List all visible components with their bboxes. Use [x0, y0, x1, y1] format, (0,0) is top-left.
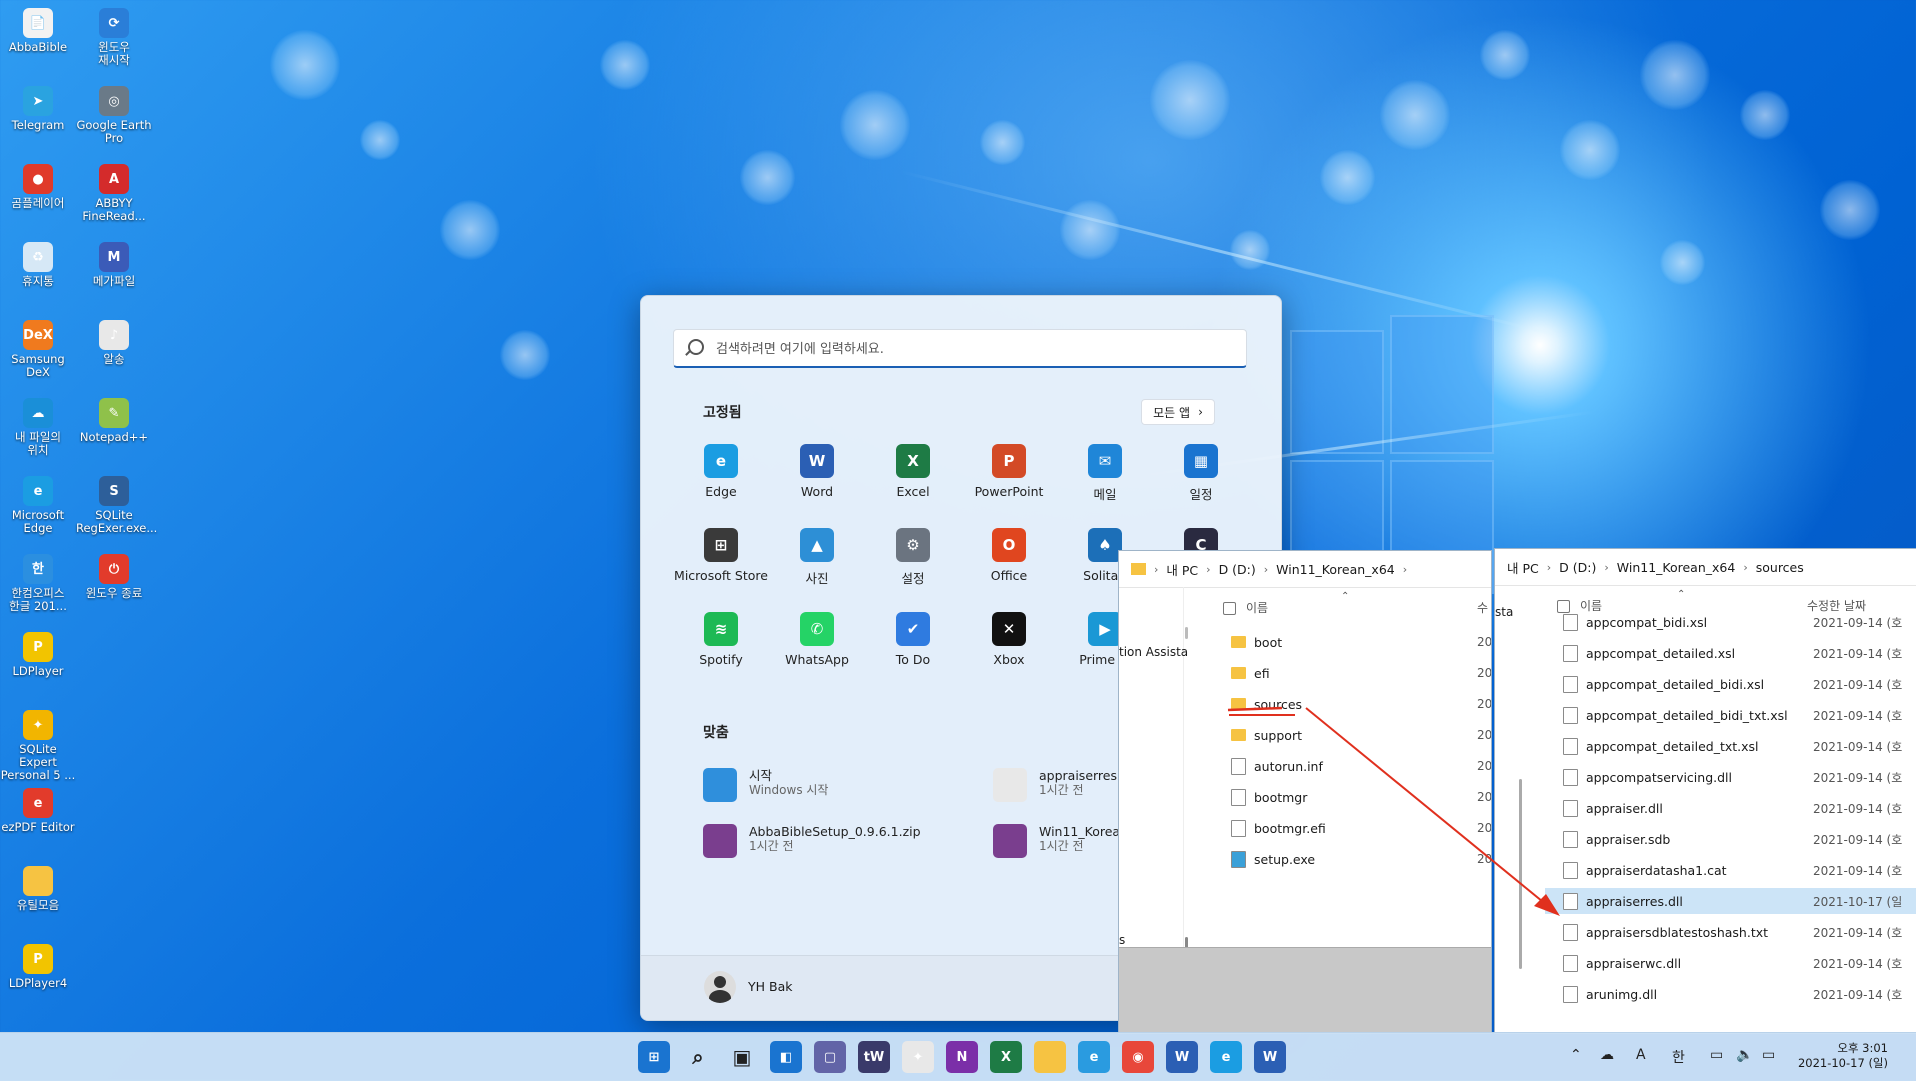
widgets-icon[interactable]: ◧ — [770, 1041, 802, 1073]
task-view-icon[interactable]: ▣ — [726, 1041, 758, 1073]
clock[interactable]: 오후 3:01 2021-10-17 (일) — [1790, 1041, 1888, 1071]
show-hidden-icons-chevron-icon[interactable]: ⌃ — [1570, 1047, 1582, 1063]
excel-icon[interactable]: X — [990, 1041, 1022, 1073]
chrome-icon[interactable]: ◉ — [1122, 1041, 1154, 1073]
ime-mode[interactable]: A — [1636, 1047, 1646, 1063]
search-icon[interactable]: ⌕ — [682, 1041, 714, 1073]
annotation-arrow — [1227, 706, 1560, 916]
internet-explorer-icon[interactable]: e — [1078, 1041, 1110, 1073]
clock-time: 오후 3:01 — [1837, 1041, 1888, 1055]
edge-icon[interactable]: e — [1210, 1041, 1242, 1073]
word-icon[interactable]: W — [1254, 1041, 1286, 1073]
hwp-icon[interactable]: W — [1166, 1041, 1198, 1073]
taskbar: ⊞ ⌕ ▣ ◧ ▢ tW ✦ N Xe ◉ We W ⌃ ☁ A 한 ▭ 🔈 ▭ 오후 3:01 20… — [0, 1032, 1916, 1081]
network-cloud-icon[interactable]: ☁ — [1600, 1047, 1614, 1063]
tw-icon[interactable]: tW — [858, 1041, 890, 1073]
battery-icon[interactable]: ▭ — [1762, 1047, 1775, 1063]
start-icon[interactable]: ⊞ — [638, 1041, 670, 1073]
onenote-icon[interactable]: N — [946, 1041, 978, 1073]
language-indicator[interactable]: 한 — [1672, 1047, 1685, 1067]
app-red-icon[interactable]: ✦ — [902, 1041, 934, 1073]
volume-icon[interactable]: 🔈 — [1736, 1047, 1753, 1063]
file-explorer-icon[interactable] — [1034, 1041, 1066, 1073]
teams-chat-icon[interactable]: ▢ — [814, 1041, 846, 1073]
show-desktop-button[interactable] — [1904, 1041, 1907, 1073]
clock-date: 2021-10-17 (일) — [1797, 1056, 1888, 1070]
display-icon[interactable]: ▭ — [1710, 1047, 1723, 1063]
